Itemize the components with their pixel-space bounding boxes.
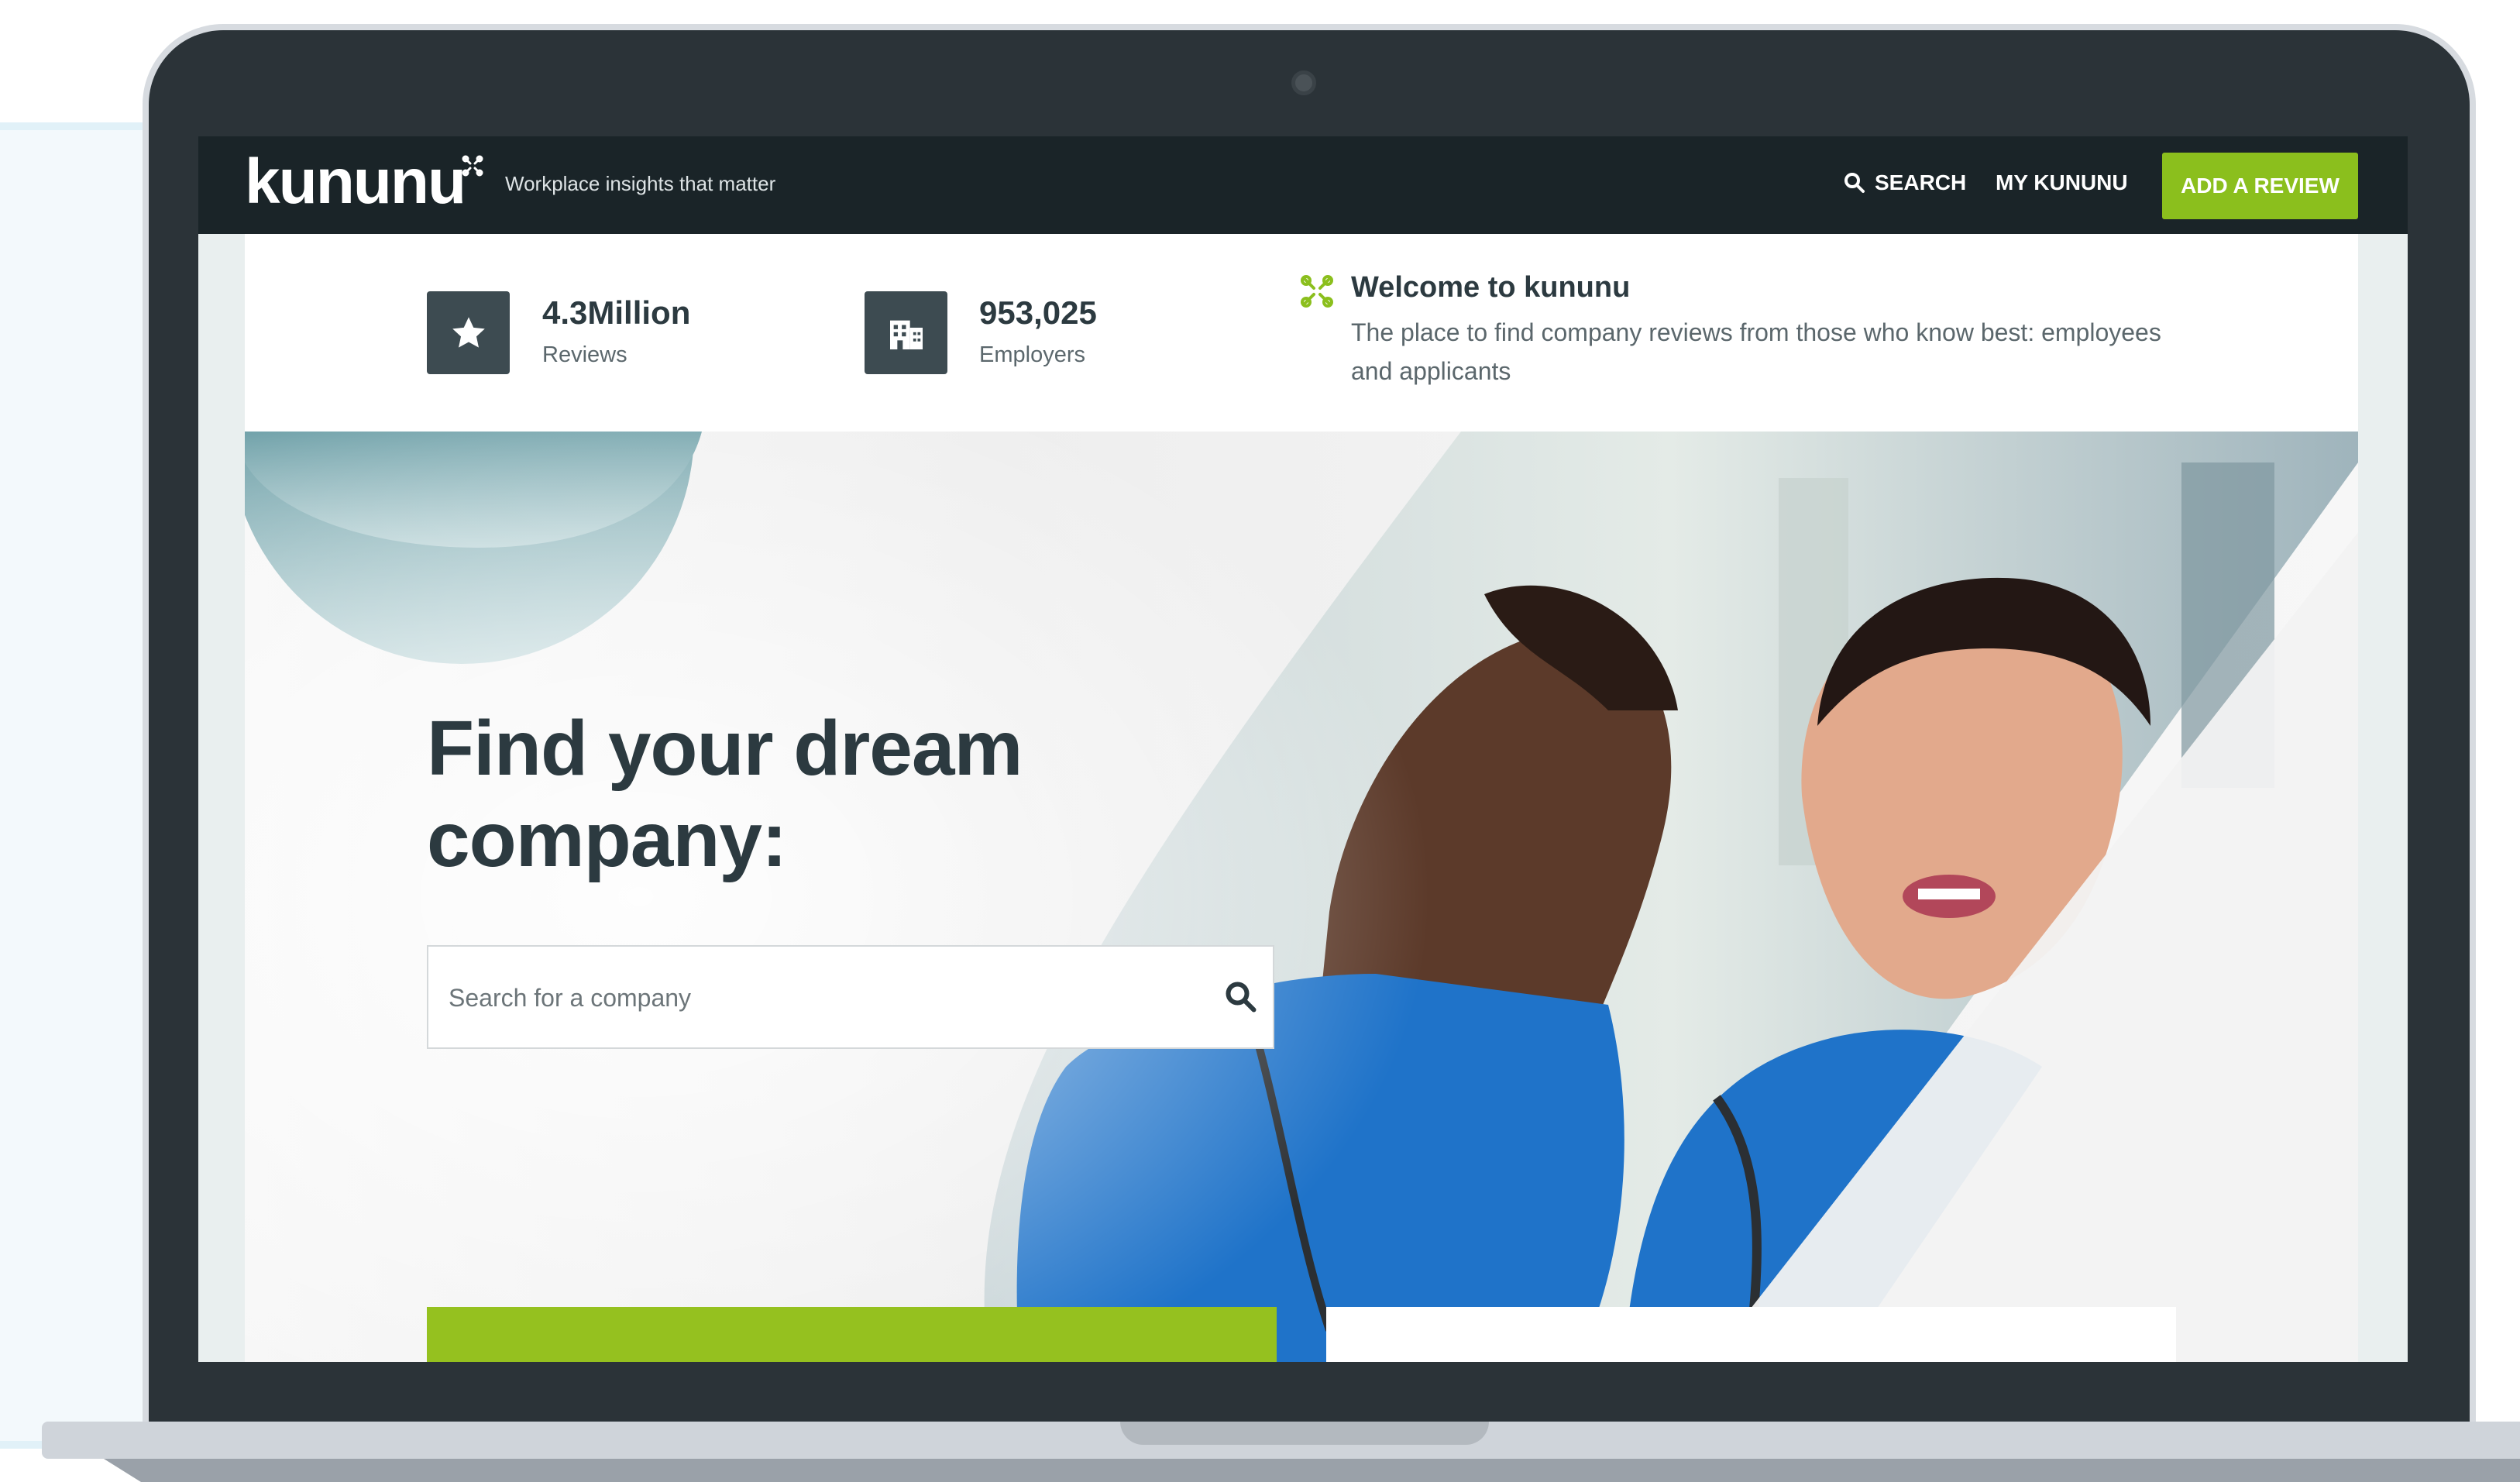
building-icon <box>865 291 947 374</box>
laptop-base-edge <box>103 1459 2520 1482</box>
white-card[interactable] <box>1326 1307 2176 1362</box>
page-content: 4.3Million Reviews 953,025 Employers Wel… <box>245 234 2358 1362</box>
nav-search-link[interactable]: SEARCH <box>1844 170 1966 195</box>
stats-bar: 4.3Million Reviews 953,025 Employers Wel… <box>245 234 2358 432</box>
logo-mark-icon <box>462 155 483 177</box>
site-header: kununu Workplace insights that matter SE… <box>198 136 2408 234</box>
search-icon <box>1844 173 1865 193</box>
green-cta-card[interactable] <box>427 1307 1277 1362</box>
hero-image <box>245 432 2358 1362</box>
add-review-button[interactable]: ADD A REVIEW <box>2162 153 2358 219</box>
laptop-notch <box>1120 1422 1489 1445</box>
laptop-camera <box>1291 70 1316 95</box>
hero-section: Find your dream company: <box>245 432 2358 1362</box>
background-panel <box>0 122 147 1449</box>
nav-search-label: SEARCH <box>1875 170 1967 194</box>
welcome-text: The place to find company reviews from t… <box>1351 318 2161 385</box>
hero-title-line1: Find your dream <box>427 705 1023 792</box>
stat-reviews-value: 4.3Million <box>542 294 691 331</box>
hero-title: Find your dream company: <box>427 703 1124 885</box>
kununu-logo[interactable]: kununu <box>245 146 483 217</box>
search-icon[interactable] <box>1225 981 1257 1013</box>
welcome-title: Welcome to kununu <box>1351 271 1631 304</box>
stat-reviews-label: Reviews <box>542 342 627 367</box>
company-search <box>427 945 1274 1049</box>
company-search-input[interactable] <box>447 947 1194 1049</box>
star-icon <box>427 291 510 374</box>
nav-my-kununu-link[interactable]: MY KUNUNU <box>1996 170 2128 195</box>
stat-employers-label: Employers <box>979 342 1085 367</box>
laptop-screen: kununu Workplace insights that matter SE… <box>198 136 2408 1362</box>
hero-title-line2: company: <box>427 796 787 883</box>
logo-text: kununu <box>245 146 466 217</box>
kununu-mark-icon <box>1301 275 1333 308</box>
tagline: Workplace insights that matter <box>505 172 776 195</box>
stat-employers-value: 953,025 <box>979 294 1097 331</box>
